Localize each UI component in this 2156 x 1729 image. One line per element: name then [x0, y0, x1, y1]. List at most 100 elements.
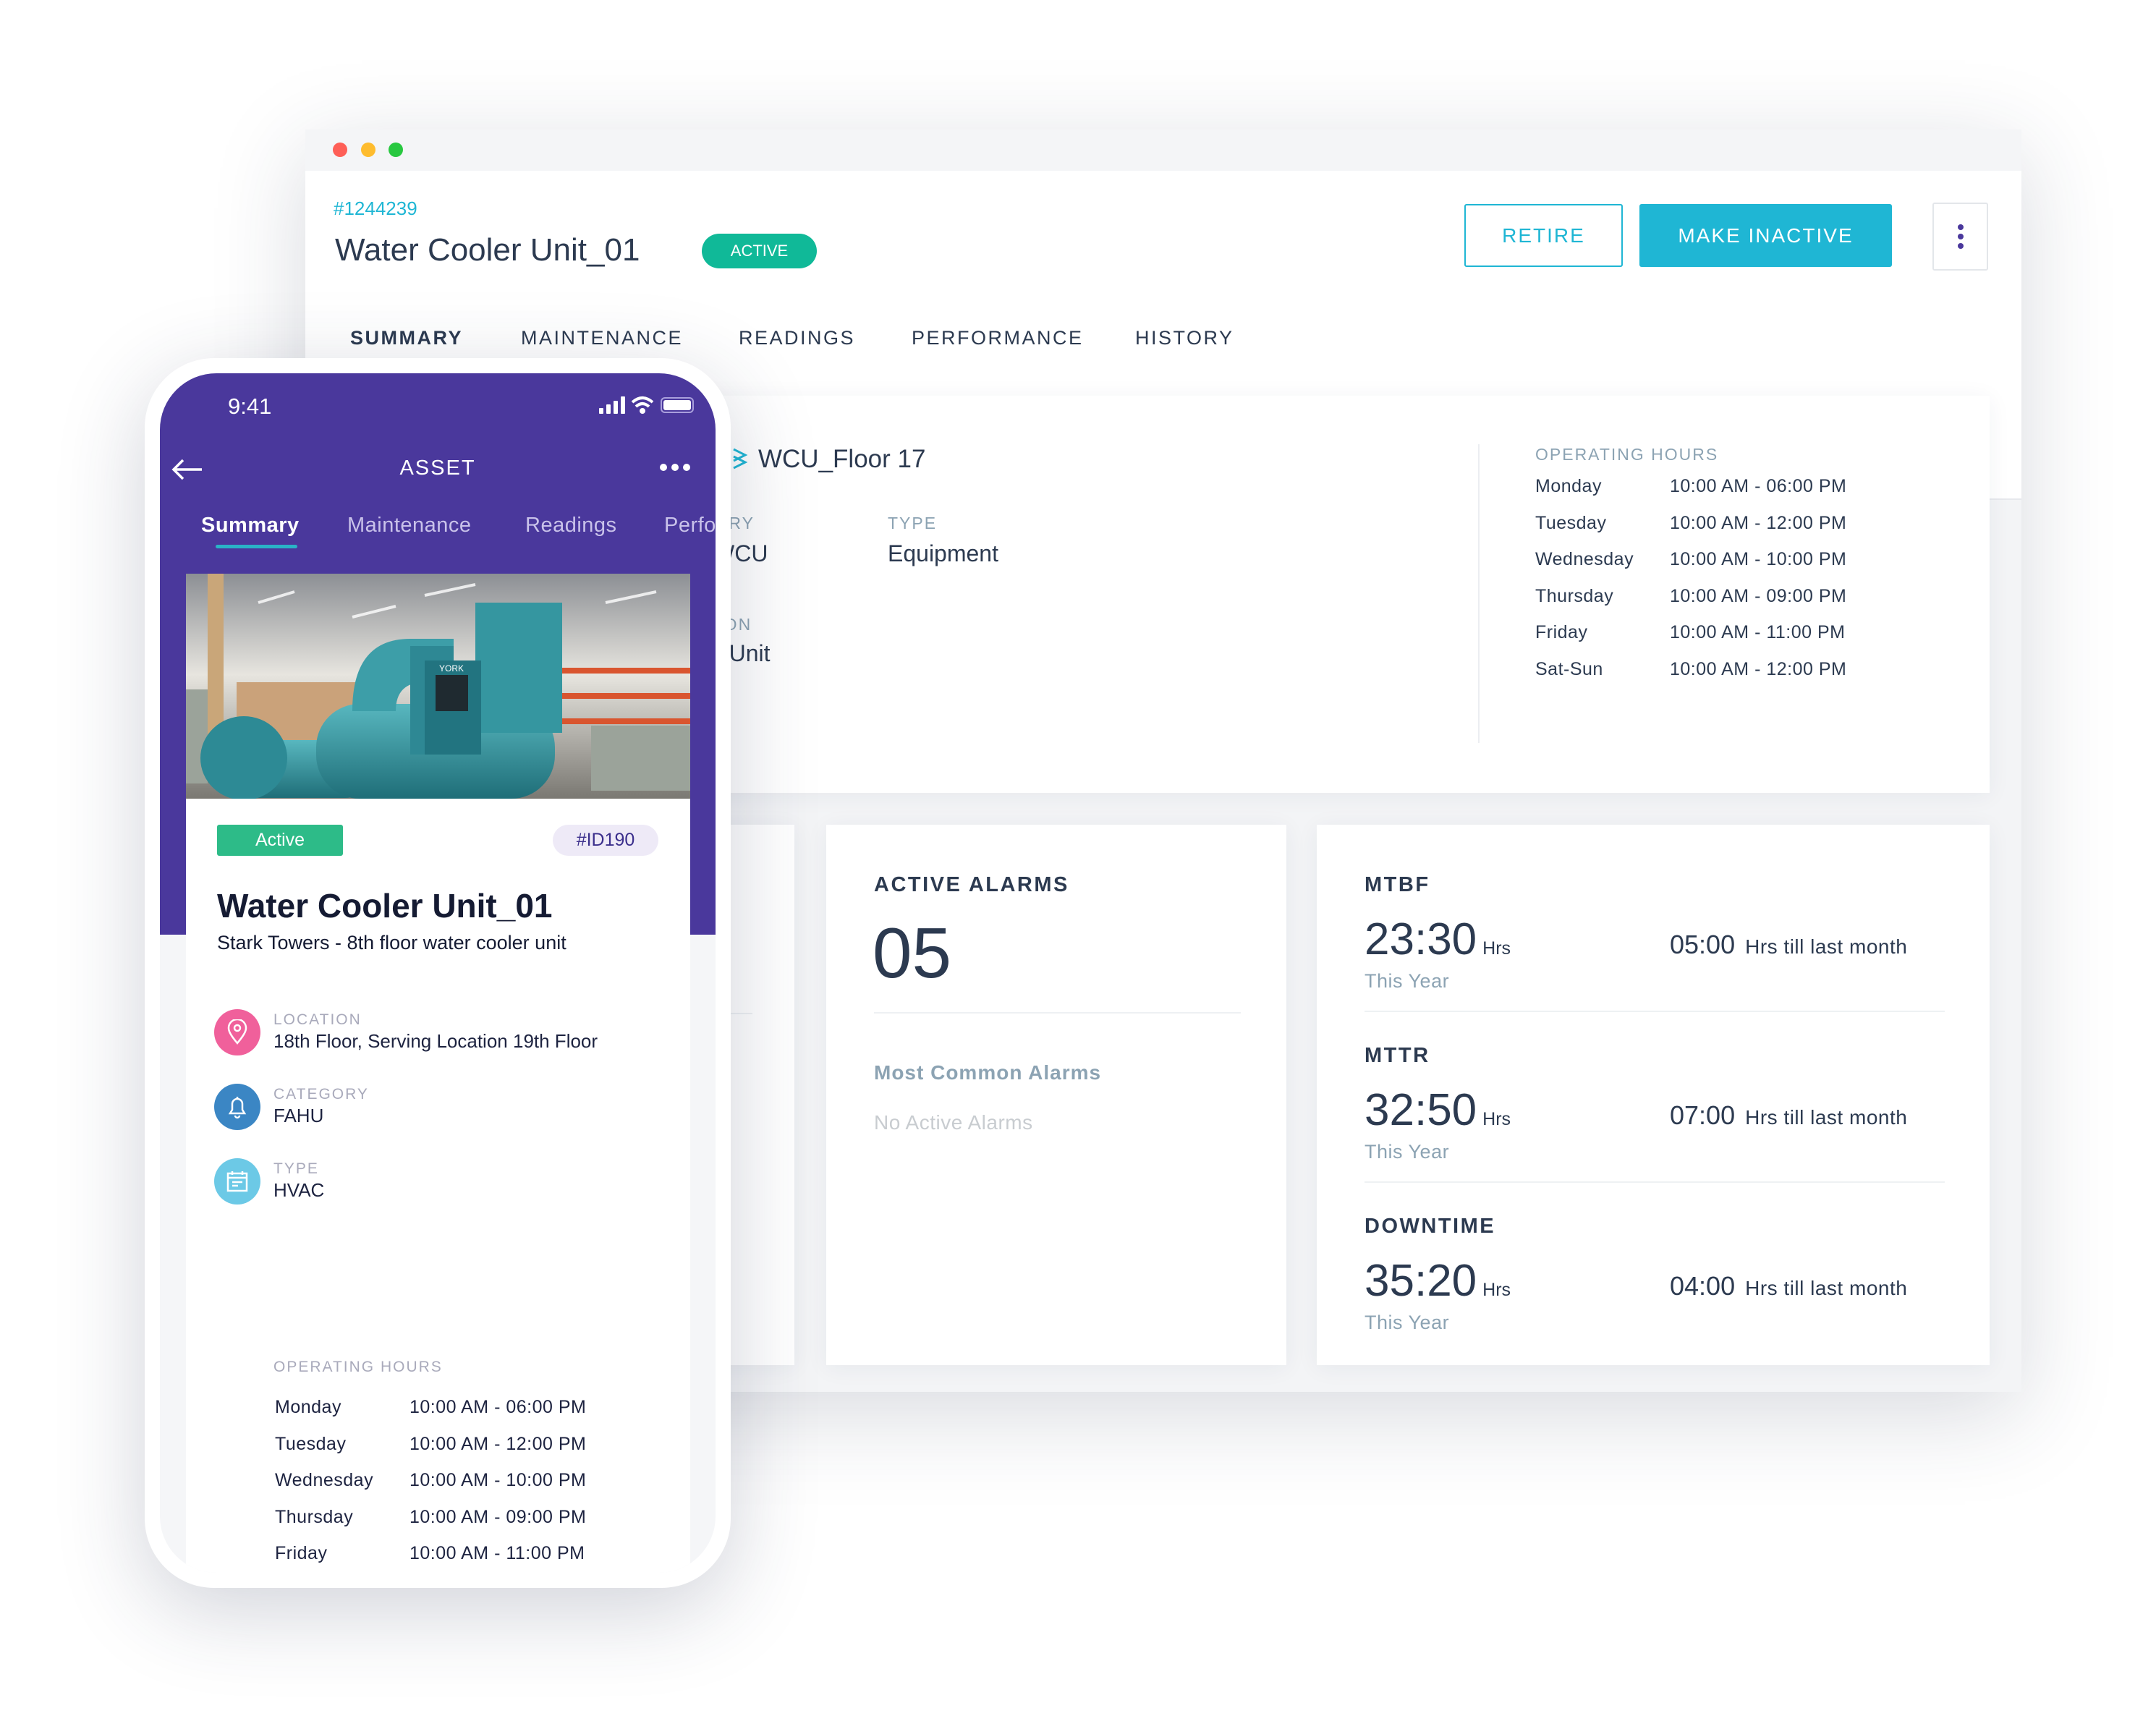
- status-badge: ACTIVE: [702, 234, 817, 268]
- mobile-title: ASSET: [399, 456, 476, 480]
- mobile-hours-day: Wednesday: [275, 1470, 374, 1490]
- metric-unit: Hrs: [1482, 938, 1511, 959]
- metric-unit: Hrs: [1482, 1280, 1511, 1300]
- tab-history[interactable]: HISTORY: [1135, 328, 1234, 348]
- retire-button[interactable]: RETIRE: [1464, 204, 1623, 267]
- kebab-icon: [1957, 224, 1964, 249]
- active-tab-indicator: [216, 545, 297, 548]
- mobile-field-value: FAHU: [273, 1105, 324, 1126]
- mobile-hours-time: 10:00 AM - 09:00 PM: [409, 1506, 587, 1527]
- metric-value: 32:50: [1365, 1085, 1477, 1135]
- metric-period: This Year: [1365, 970, 1450, 992]
- mobile-field-value: 18th Floor, Serving Location 19th Floor: [273, 1030, 598, 1052]
- divider: [1478, 444, 1480, 743]
- make-inactive-button[interactable]: MAKE INACTIVE: [1639, 204, 1892, 267]
- mobile-hours-time: 10:00 AM - 12:00 PM: [409, 1433, 587, 1454]
- asset-layers-icon: [733, 448, 748, 470]
- more-icon[interactable]: [659, 462, 691, 472]
- hours-day: Wednesday: [1535, 549, 1634, 569]
- hours-day: Thursday: [1535, 585, 1614, 606]
- metric-delta: 05:00 Hrs till last month: [1670, 932, 1907, 958]
- hours-time: 10:00 AM - 12:00 PM: [1670, 658, 1847, 679]
- hours-day: Tuesday: [1535, 512, 1607, 533]
- metric-delta-text: Hrs till last month: [1745, 1277, 1908, 1299]
- hours-time: 10:00 AM - 12:00 PM: [1670, 512, 1847, 533]
- mobile-device: 9:41 ASSET Summary Maintenance Readings …: [145, 358, 731, 1588]
- metric-delta-text: Hrs till last month: [1745, 935, 1908, 958]
- more-options-button[interactable]: [1932, 203, 1988, 271]
- asset-name: WCU_Floor 17: [758, 445, 926, 473]
- signal-icon: [599, 396, 625, 414]
- hours-time: 10:00 AM - 06:00 PM: [1670, 476, 1847, 496]
- metric-value-group: 32:50 Hrs: [1365, 1088, 1511, 1133]
- mobile-tab-summary[interactable]: Summary: [201, 515, 300, 536]
- most-common-alarms-label: Most Common Alarms: [874, 1061, 1102, 1084]
- active-alarms-count: 05: [873, 913, 952, 993]
- mobile-hours-day: Monday: [275, 1397, 341, 1417]
- hours-day: Monday: [1535, 476, 1602, 496]
- maximize-window-button[interactable]: [389, 143, 403, 157]
- mobile-asset-name: Water Cooler Unit_01: [217, 887, 553, 925]
- mobile-hours-time: 10:00 AM - 11:00 PM: [409, 1543, 585, 1563]
- status-time: 9:41: [228, 394, 272, 419]
- metric-period: This Year: [1365, 1312, 1450, 1333]
- metric-value: 23:30: [1365, 914, 1477, 964]
- metric-unit: Hrs: [1482, 1109, 1511, 1129]
- page-title: Water Cooler Unit_01: [335, 232, 640, 268]
- mobile-asset-subtitle: Stark Towers - 8th floor water cooler un…: [217, 932, 566, 953]
- divider: [1365, 1181, 1945, 1183]
- mobile-hours-time: 10:00 AM - 06:00 PM: [409, 1397, 587, 1417]
- tab-readings[interactable]: READINGS: [739, 328, 855, 348]
- mobile-field-label: TYPE: [273, 1160, 319, 1177]
- metric-period: This Year: [1365, 1141, 1450, 1163]
- minimize-window-button[interactable]: [361, 143, 375, 157]
- close-window-button[interactable]: [333, 143, 347, 157]
- metric-label: MTTR: [1365, 1044, 1430, 1067]
- operating-hours-label: OPERATING HOURS: [1535, 445, 1719, 464]
- status-icons: [599, 396, 694, 414]
- mobile-hours-day: Thursday: [275, 1506, 354, 1527]
- metric-label: MTBF: [1365, 873, 1430, 896]
- mobile-field-label: CATEGORY: [273, 1086, 369, 1103]
- wifi-icon: [631, 396, 654, 414]
- battery-icon: [661, 397, 694, 413]
- calendar-icon: [214, 1158, 260, 1205]
- active-alarms-label: ACTIVE ALARMS: [874, 873, 1069, 896]
- divider: [1365, 1011, 1945, 1012]
- metric-delta-value: 07:00: [1670, 1100, 1736, 1130]
- divider: [874, 1012, 1241, 1014]
- metric-delta-value: 05:00: [1670, 930, 1736, 959]
- mobile-tab-maintenance[interactable]: Maintenance: [347, 515, 472, 536]
- mobile-tab-readings[interactable]: Readings: [525, 515, 617, 536]
- metric-delta: 07:00 Hrs till last month: [1670, 1103, 1907, 1129]
- metric-value: 35:20: [1365, 1256, 1477, 1306]
- hours-day: Sat-Sun: [1535, 658, 1603, 679]
- mobile-status-badge: Active: [217, 825, 343, 856]
- metric-label: DOWNTIME: [1365, 1215, 1496, 1238]
- tab-maintenance[interactable]: MAINTENANCE: [521, 328, 683, 348]
- svg-text:YORK: YORK: [439, 663, 464, 674]
- mobile-hours-label: OPERATING HOURS: [273, 1359, 443, 1375]
- hours-time: 10:00 AM - 09:00 PM: [1670, 585, 1847, 606]
- title-bar: [305, 129, 2021, 171]
- metric-value-group: 35:20 Hrs: [1365, 1259, 1511, 1304]
- hours-time: 10:00 AM - 10:00 PM: [1670, 549, 1847, 569]
- type-value: Equipment: [888, 540, 998, 566]
- tab-summary[interactable]: SUMMARY: [350, 328, 463, 348]
- tab-performance[interactable]: PERFORMANCE: [912, 328, 1084, 348]
- metric-value-group: 23:30 Hrs: [1365, 917, 1511, 962]
- active-alarms-card: ACTIVE ALARMS 05 Most Common Alarms No A…: [826, 825, 1286, 1365]
- metric-delta-value: 04:00: [1670, 1271, 1736, 1301]
- metric-delta: 04:00 Hrs till last month: [1670, 1273, 1907, 1299]
- location-pin-icon: [214, 1009, 260, 1055]
- mobile-hours-day: Friday: [275, 1543, 328, 1563]
- bell-icon: [214, 1084, 260, 1130]
- mobile-tab-performance[interactable]: Perfo: [664, 515, 716, 536]
- asset-photo: YORK: [186, 574, 690, 800]
- type-label: TYPE: [888, 514, 938, 532]
- mobile-screen: 9:41 ASSET Summary Maintenance Readings …: [160, 373, 716, 1573]
- hours-day: Friday: [1535, 622, 1588, 642]
- metrics-card: MTBF 23:30 Hrs This Year 05:00 Hrs till la…: [1317, 825, 1990, 1365]
- asset-card: YORK Active #ID190 Water Cooler Unit_01 …: [186, 574, 690, 1573]
- metric-delta-text: Hrs till last month: [1745, 1106, 1908, 1129]
